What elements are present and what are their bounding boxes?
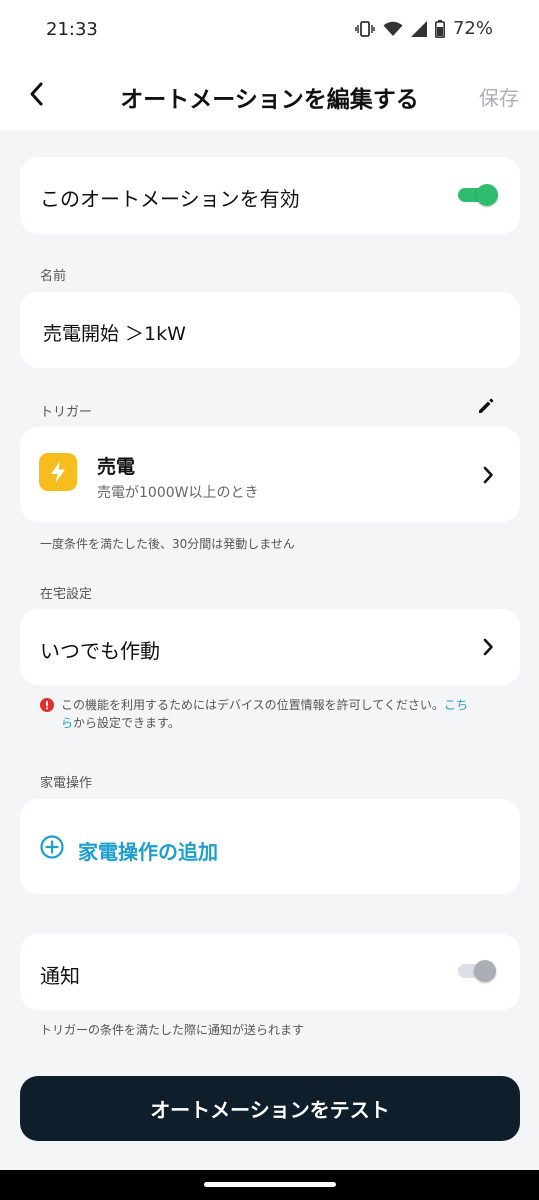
- test-automation-button[interactable]: オートメーションをテスト: [20, 1076, 520, 1141]
- settings-link[interactable]: こち: [444, 698, 468, 712]
- battery-icon: [434, 19, 445, 38]
- enable-automation-toggle[interactable]: [458, 184, 498, 206]
- bolt-icon: [39, 453, 77, 491]
- settings-link-continued[interactable]: ら: [61, 716, 73, 730]
- location-warning: この機能を利用するためにはデバイスの位置情報を許可してください。こち らから設定…: [61, 696, 521, 732]
- battery-percent: 72%: [452, 18, 493, 39]
- toggle-knob: [476, 184, 498, 206]
- add-appliance-button[interactable]: 家電操作の追加: [78, 836, 218, 865]
- trigger-note: 一度条件を満たした後、30分間は発動しません: [40, 537, 295, 551]
- status-icons: 72%: [355, 18, 493, 39]
- notification-note: トリガーの条件を満たした際に通知が送られます: [40, 1023, 305, 1037]
- notification-card: 通知: [20, 934, 520, 1010]
- trigger-section-label: トリガー: [40, 405, 93, 420]
- chevron-right-icon: [478, 637, 498, 657]
- status-bar: 21:33 72%: [0, 0, 539, 62]
- warning-icon: [40, 697, 54, 716]
- home-indicator[interactable]: [204, 1182, 336, 1187]
- home-section-label: 在宅設定: [40, 587, 93, 602]
- add-circle-icon: [40, 835, 64, 863]
- chevron-right-icon: [478, 465, 498, 485]
- wifi-icon: [383, 21, 403, 37]
- trigger-title: 売電: [97, 456, 136, 478]
- home-setting-card[interactable]: いつでも作動: [20, 609, 520, 685]
- enable-automation-label: このオートメーションを有効: [40, 187, 300, 211]
- enable-automation-card: このオートメーションを有効: [20, 157, 520, 234]
- appliance-section-label: 家電操作: [40, 776, 93, 791]
- page-title: オートメーションを編集する: [120, 87, 419, 113]
- signal-icon: [410, 20, 427, 37]
- status-time: 21:33: [46, 19, 98, 40]
- trigger-card[interactable]: 売電 売電が1000W以上のとき: [20, 427, 520, 522]
- add-appliance-card[interactable]: 家電操作の追加: [20, 799, 520, 894]
- warning-text-2: から設定できます。: [73, 716, 180, 730]
- notification-label: 通知: [40, 964, 80, 988]
- warning-text: この機能を利用するためにはデバイスの位置情報を許可してください。: [61, 698, 444, 712]
- name-value: 売電開始 ＞1kW: [43, 323, 186, 345]
- edit-trigger-icon[interactable]: [476, 396, 496, 420]
- app-bar: オートメーションを編集する 保存: [0, 62, 539, 130]
- name-field[interactable]: 売電開始 ＞1kW: [20, 292, 520, 368]
- home-setting-value: いつでも作動: [40, 639, 160, 663]
- trigger-subtitle: 売電が1000W以上のとき: [97, 485, 259, 501]
- save-button[interactable]: 保存: [479, 82, 519, 111]
- vibrate-icon: [355, 20, 375, 38]
- notification-toggle[interactable]: [458, 960, 498, 982]
- toggle-knob: [474, 960, 496, 982]
- name-section-label: 名前: [40, 269, 67, 284]
